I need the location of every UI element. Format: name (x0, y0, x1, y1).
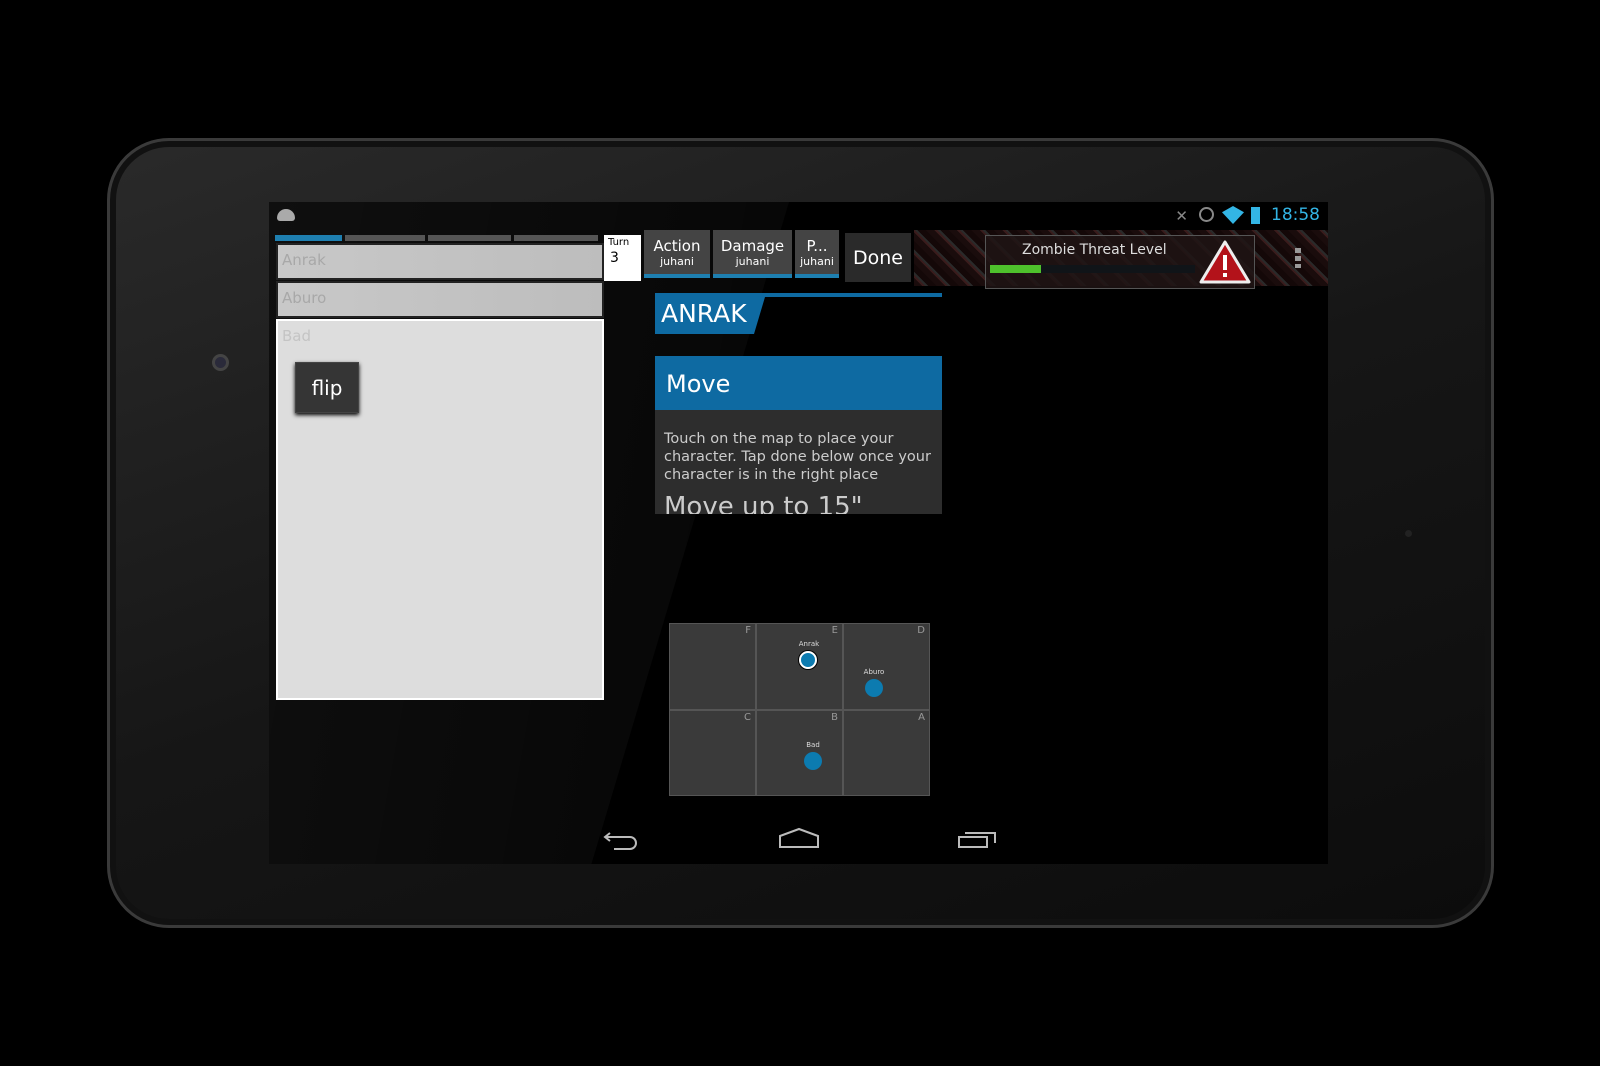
token-anrak[interactable] (799, 651, 817, 669)
threat-bar (990, 265, 1195, 273)
move-instructions: Touch on the map to place your character… (664, 431, 931, 483)
back-icon[interactable] (602, 827, 642, 851)
damage-label: Damage (720, 237, 785, 255)
screen: ✕ 18:58 Anrak Aburo Bad flip Turn 3 Acti… (269, 202, 1328, 864)
zombie-threat-meter: Zombie Threat Level (985, 235, 1255, 289)
zone-b[interactable]: B Bad (756, 709, 843, 796)
zone-label: D (917, 625, 925, 636)
threat-label: Zombie Threat Level (1022, 242, 1167, 258)
token-bad[interactable] (804, 751, 822, 770)
damage-button[interactable]: Damage juhani (713, 230, 792, 278)
home-icon[interactable] (778, 827, 820, 851)
threat-bar-fill (990, 265, 1042, 273)
phase-player: juhani (800, 255, 834, 268)
overflow-menu-icon[interactable] (1295, 248, 1301, 268)
zone-a[interactable]: A (843, 709, 930, 796)
tab[interactable] (428, 235, 511, 241)
camera-icon (212, 354, 229, 371)
mute-icon: ✕ (1175, 207, 1188, 225)
token-label: Anrak (798, 640, 820, 648)
clock: 18:58 (1271, 205, 1320, 225)
phase-button[interactable]: P... juhani (795, 230, 839, 278)
token-aburo[interactable] (865, 679, 883, 697)
done-button[interactable]: Done (845, 233, 911, 282)
zone-label: A (918, 711, 925, 723)
character-row-anrak[interactable]: Anrak (276, 243, 604, 280)
turn-label: Turn (608, 237, 630, 248)
character-tabs (275, 235, 598, 241)
phase-label: P... (806, 237, 828, 255)
move-distance: Move up to 15" (664, 492, 863, 514)
zone-label: E (831, 625, 838, 636)
character-header: ANRAK (655, 297, 765, 334)
tab[interactable] (514, 235, 598, 241)
action-player: juhani (660, 255, 694, 268)
wifi-icon (1222, 206, 1244, 224)
move-card: Move Touch on the map to place your char… (655, 356, 942, 514)
zone-label: B (831, 711, 838, 723)
zone-label: F (745, 625, 751, 636)
battery-charging-icon (1251, 207, 1260, 224)
alarm-icon (1199, 207, 1214, 222)
zone-e[interactable]: E Anrak (756, 623, 843, 710)
sensor (1405, 530, 1412, 537)
action-button[interactable]: Action juhani (644, 230, 710, 278)
zone-c[interactable]: C (669, 709, 756, 796)
flip-button[interactable]: flip (295, 362, 359, 413)
recent-apps-icon[interactable] (957, 827, 997, 851)
header-line (655, 293, 942, 297)
move-title: Move (655, 356, 942, 410)
token-label: Aburo (863, 668, 885, 676)
zone-label: C (744, 711, 751, 723)
turn-value: 3 (610, 250, 619, 266)
action-label: Action (653, 237, 701, 255)
status-bar: ✕ 18:58 (269, 202, 1328, 232)
tab[interactable] (275, 235, 342, 241)
zone-f[interactable]: F (669, 623, 756, 710)
android-icon (277, 209, 295, 221)
turn-indicator: Turn 3 (604, 235, 641, 281)
damage-player: juhani (735, 255, 770, 268)
character-name: Bad (282, 327, 312, 345)
map[interactable]: F E Anrak D Aburo C B Bad A (669, 623, 930, 796)
zone-d[interactable]: D Aburo (843, 623, 930, 710)
character-row-aburo[interactable]: Aburo (276, 281, 604, 318)
tab[interactable] (345, 235, 425, 241)
token-label: Bad (806, 740, 820, 749)
warning-icon (1199, 240, 1251, 284)
